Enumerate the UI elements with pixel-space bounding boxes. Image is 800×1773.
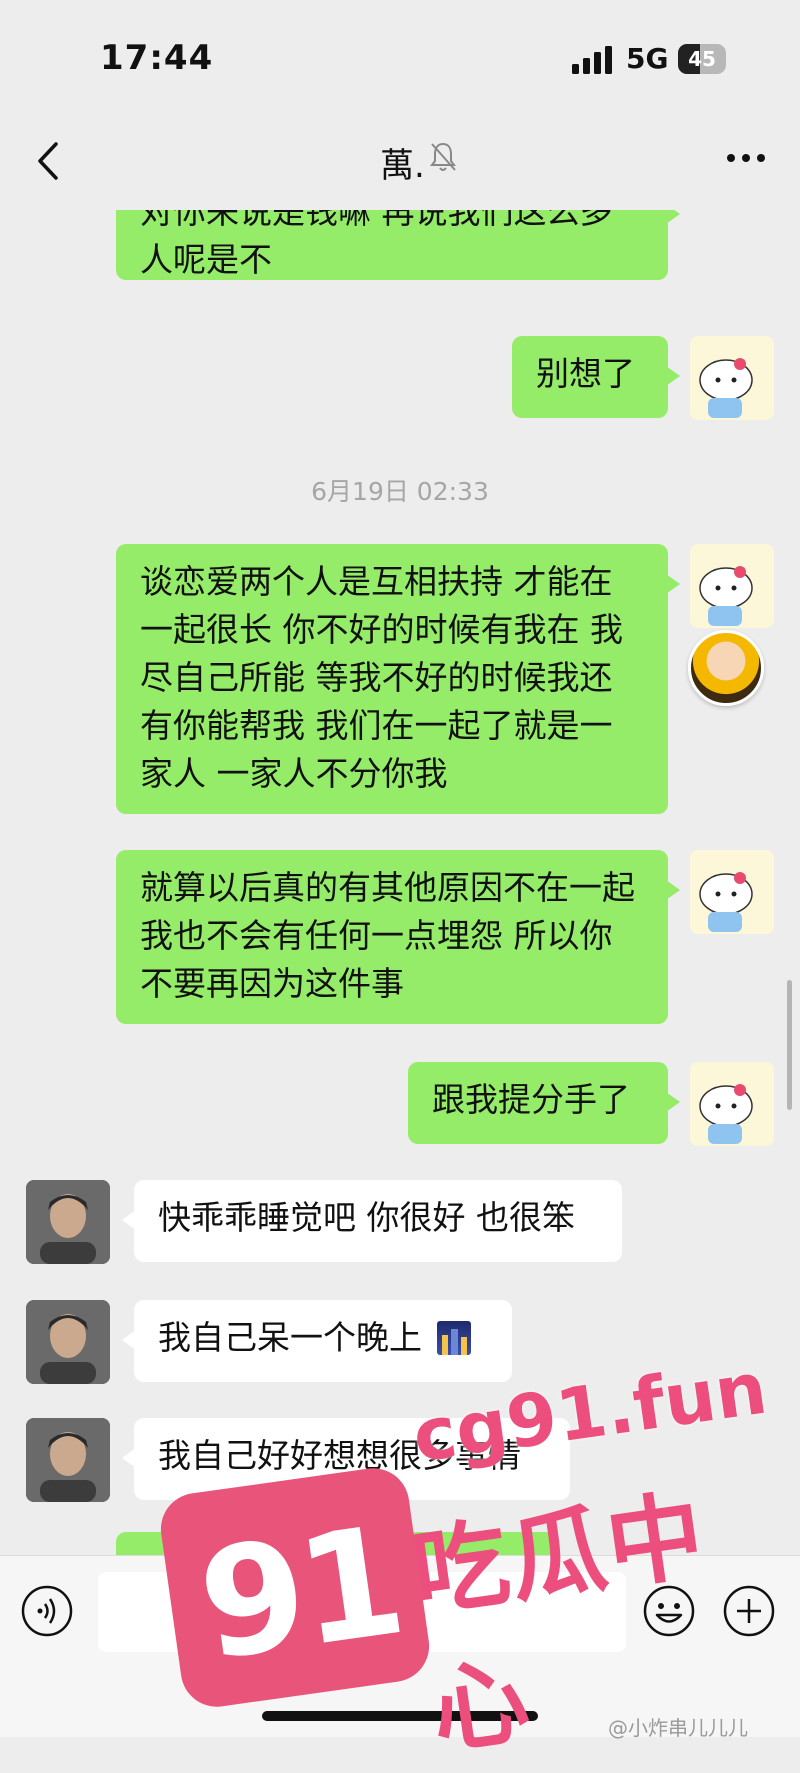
message-bubble-sent[interactable]: 别想了	[512, 336, 680, 418]
chat-header: 萬.	[0, 110, 800, 210]
message-bubble-received[interactable]: 我自己呆一个晚上	[122, 1300, 512, 1382]
plus-icon[interactable]	[722, 1584, 776, 1638]
avatar-self[interactable]	[690, 336, 774, 420]
hello-kitty-avatar-icon	[690, 544, 774, 628]
battery-icon: 45	[678, 44, 726, 74]
night-city-emoji-icon	[436, 1321, 471, 1355]
message-text: 就算以后真的有其他原因不在一起我也不会有任何一点埋怨 所以你不要再因为这件事	[140, 868, 635, 1003]
message-bubble-received[interactable]: 我自己好好想想很多事情	[122, 1418, 570, 1500]
message-text: 跟我提分手了	[432, 1080, 630, 1119]
message-bubble-sent[interactable]: 就算以后真的有其他原因不在一起我也不会有任何一点埋怨 所以你不要再因为这件事	[116, 850, 680, 1024]
message-input[interactable]	[98, 1572, 626, 1652]
avatar-contact[interactable]	[26, 1418, 110, 1502]
avatar-contact[interactable]	[26, 1300, 110, 1384]
more-dots-icon[interactable]	[722, 140, 770, 176]
chat-scrollbar[interactable]	[787, 980, 792, 1110]
message-text: 谈恋爱两个人是互相扶持 才能在一起很长 你不好的时候有我在 我尽自己所能 等我不…	[140, 562, 623, 793]
message-bubble-received[interactable]: 快乖乖睡觉吧 你很好 也很笨	[122, 1180, 622, 1262]
watermark-weibo: @小炸串儿儿儿	[608, 1716, 748, 1740]
battery-level: 45	[688, 47, 716, 71]
input-bar	[0, 1555, 800, 1737]
message-text: 我自己好好想想很多事情	[158, 1436, 521, 1475]
message-text: 快乖乖睡觉吧 你很好 也很笨	[158, 1198, 575, 1237]
message-text: 对你来说是钱嘛 再说我们这么多人呢是不	[140, 210, 613, 279]
hello-kitty-avatar-icon	[690, 850, 774, 934]
home-indicator[interactable]	[262, 1711, 538, 1721]
sticker-icon	[688, 630, 764, 706]
message-text: 我自己呆一个晚上	[158, 1318, 422, 1357]
status-time: 17:44	[100, 38, 214, 78]
avatar-self[interactable]	[690, 1062, 774, 1146]
person-avatar-icon	[26, 1180, 110, 1264]
chat-title: 萬.	[380, 146, 425, 186]
message-bubble-sent[interactable]: 跟我提分手了	[408, 1062, 680, 1144]
message-text: 别想了	[536, 354, 635, 393]
person-avatar-icon	[26, 1418, 110, 1502]
avatar-self[interactable]	[690, 544, 774, 628]
message-bubble-sent[interactable]: 对你来说是钱嘛 再说我们这么多人呢是不	[116, 210, 680, 280]
avatar-self[interactable]	[690, 850, 774, 934]
network-type: 5G	[626, 42, 669, 75]
emoji-icon[interactable]	[642, 1584, 696, 1638]
avatar-contact[interactable]	[26, 1180, 110, 1264]
hello-kitty-avatar-icon	[690, 1062, 774, 1146]
message-timestamp: 6月19日 02:33	[311, 477, 489, 506]
person-avatar-icon	[26, 1300, 110, 1384]
message-bubble-sent[interactable]: 谈恋爱两个人是互相扶持 才能在一起很长 你不好的时候有我在 我尽自己所能 等我不…	[116, 544, 680, 814]
chevron-left-icon[interactable]	[30, 136, 70, 186]
status-bar: 17:44 5G 45	[0, 0, 800, 110]
voice-input-icon[interactable]	[20, 1584, 74, 1638]
chat-messages[interactable]: 对你来说是钱嘛 再说我们这么多人呢是不 别想了 6月19日 02:33 谈恋爱两…	[0, 210, 800, 1555]
hello-kitty-avatar-icon	[690, 336, 774, 420]
message-bubble-sent[interactable]	[116, 1532, 556, 1555]
signal-icon	[572, 46, 612, 74]
bell-muted-icon	[430, 142, 456, 171]
